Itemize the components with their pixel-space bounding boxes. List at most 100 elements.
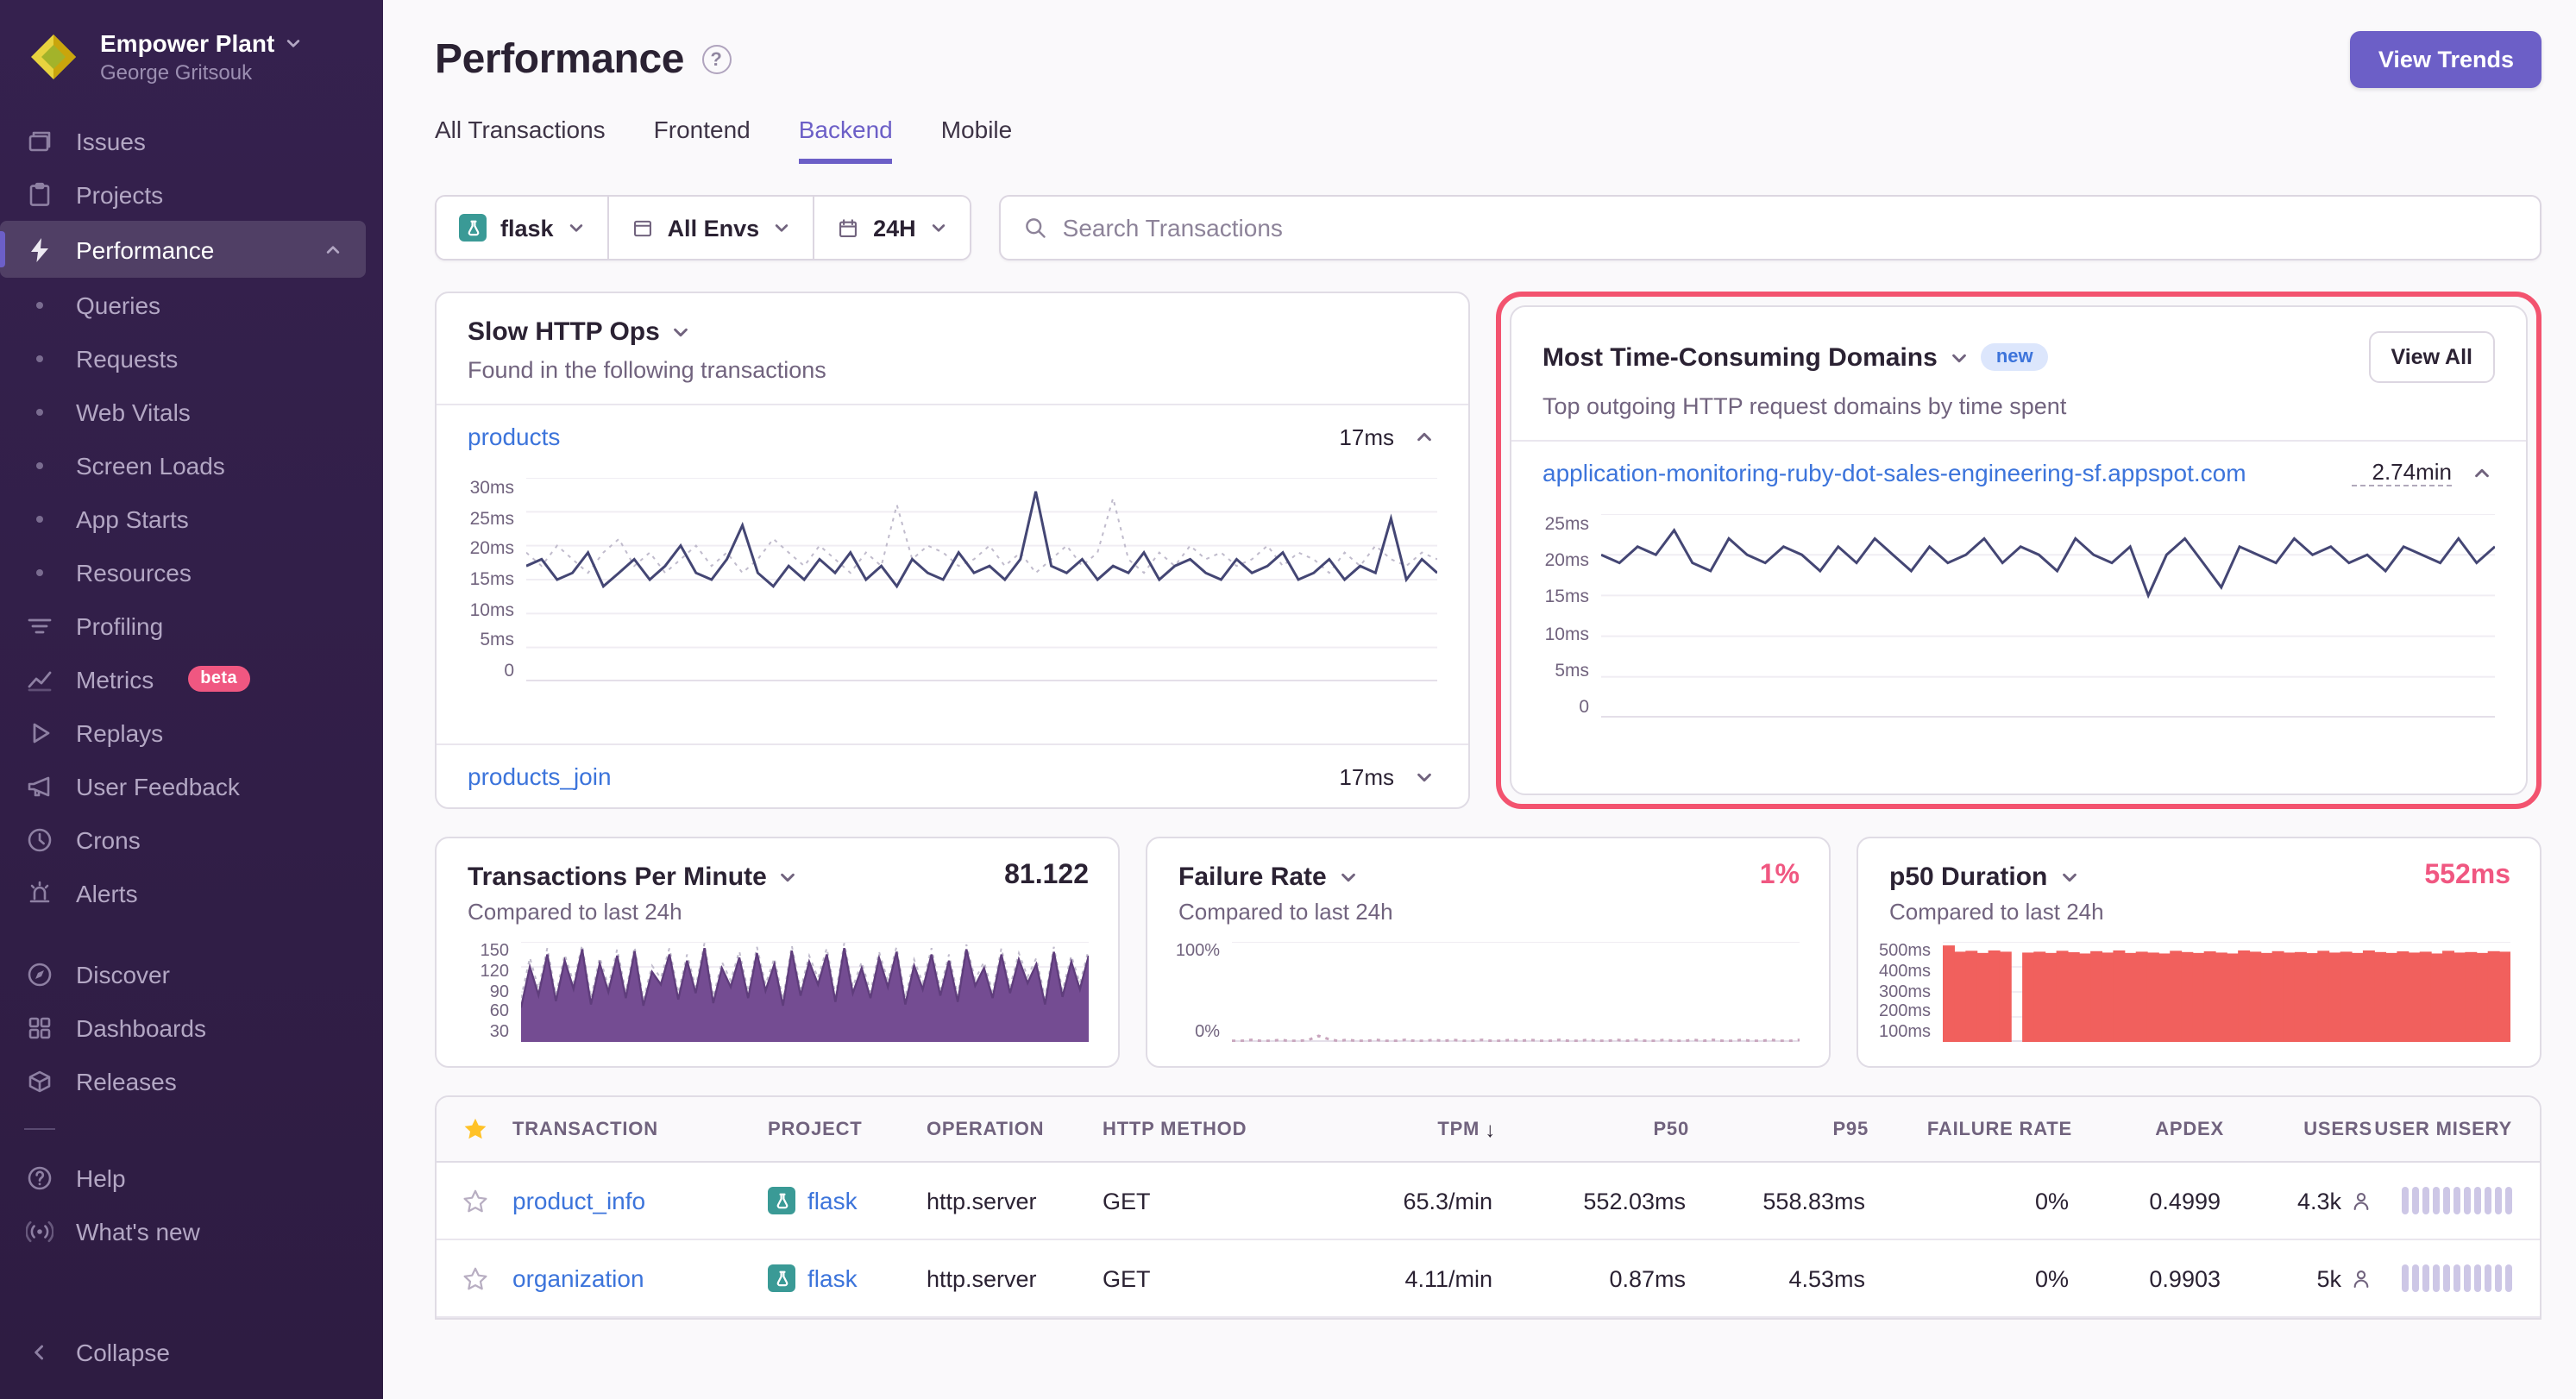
search-icon bbox=[1023, 216, 1047, 240]
transaction-link[interactable]: products bbox=[468, 423, 560, 450]
p95-cell: 4.53ms bbox=[1689, 1265, 1869, 1291]
view-trends-button[interactable]: View Trends bbox=[2351, 31, 2541, 88]
sidebar-item-replays[interactable]: Replays bbox=[0, 706, 383, 759]
filter-button-group: flask All Envs 24H bbox=[435, 195, 971, 260]
chevron-down-icon[interactable] bbox=[2059, 867, 2078, 886]
column-header-user-misery[interactable]: USER MISERY bbox=[2372, 1119, 2540, 1139]
package-icon bbox=[24, 1065, 55, 1096]
sidebar-item-metrics[interactable]: Metrics beta bbox=[0, 652, 383, 706]
column-header-project[interactable]: PROJECT bbox=[768, 1119, 927, 1139]
star-filled-icon[interactable] bbox=[462, 1116, 487, 1142]
widget-subtitle: Top outgoing HTTP request domains by tim… bbox=[1542, 393, 2495, 419]
sidebar-item-releases[interactable]: Releases bbox=[0, 1054, 383, 1107]
tab-all-transactions[interactable]: All Transactions bbox=[435, 116, 606, 164]
project-link[interactable]: flask bbox=[807, 1187, 858, 1214]
failure-rate-cell: 0% bbox=[1869, 1188, 2072, 1214]
view-all-button[interactable]: View All bbox=[2369, 331, 2496, 383]
sidebar-item-alerts[interactable]: Alerts bbox=[0, 866, 383, 919]
sidebar-item-requests[interactable]: Requests bbox=[0, 331, 383, 385]
column-header-transaction[interactable]: TRANSACTION bbox=[512, 1119, 768, 1139]
date-range-filter-label: 24H bbox=[873, 215, 916, 241]
operation-cell: http.server bbox=[927, 1265, 1103, 1291]
sidebar-item-dashboards[interactable]: Dashboards bbox=[0, 1001, 383, 1054]
p50-bar-chart bbox=[1943, 942, 2510, 1042]
org-avatar bbox=[24, 28, 83, 86]
user-misery-score bbox=[2372, 1187, 2540, 1214]
sidebar-item-issues[interactable]: Issues bbox=[0, 114, 383, 167]
column-header-tpm[interactable]: TPM ↓ bbox=[1292, 1117, 1496, 1141]
sidebar-item-crons[interactable]: Crons bbox=[0, 812, 383, 866]
chevron-down-icon[interactable] bbox=[1339, 867, 1358, 886]
sidebar-collapse-button[interactable]: Collapse bbox=[0, 1325, 383, 1378]
chevron-up-icon bbox=[2472, 463, 2491, 482]
sidebar-item-whats-new[interactable]: What's new bbox=[0, 1204, 383, 1258]
projects-icon bbox=[24, 179, 55, 210]
chevron-down-icon[interactable] bbox=[779, 867, 798, 886]
search-transactions-input[interactable] bbox=[1063, 214, 2517, 242]
empower-plant-logo bbox=[26, 29, 81, 85]
sidebar-item-profiling[interactable]: Profiling bbox=[0, 599, 383, 652]
collapse-row-button[interactable] bbox=[1411, 423, 1437, 449]
new-badge: new bbox=[1981, 343, 2049, 371]
sidebar-item-help[interactable]: Help bbox=[0, 1151, 383, 1204]
collapse-row-button[interactable] bbox=[2469, 460, 2495, 486]
duration-value[interactable]: 2.74min bbox=[2352, 459, 2453, 486]
sidebar-item-label: Discover bbox=[76, 960, 170, 988]
issues-icon bbox=[24, 125, 55, 156]
org-switcher[interactable]: Empower Plant George Gritsouk bbox=[0, 21, 383, 104]
help-tooltip-icon[interactable]: ? bbox=[701, 45, 731, 74]
sidebar-item-web-vitals[interactable]: Web Vitals bbox=[0, 385, 383, 438]
sidebar-item-discover[interactable]: Discover bbox=[0, 947, 383, 1001]
column-header-users[interactable]: USERS bbox=[2224, 1119, 2372, 1139]
sidebar-item-label: User Feedback bbox=[76, 772, 240, 800]
tab-backend[interactable]: Backend bbox=[799, 116, 893, 164]
star-toggle-button[interactable] bbox=[462, 1188, 487, 1214]
widget-header: Slow HTTP Ops Found in the following tra… bbox=[437, 293, 1468, 405]
transaction-link[interactable]: product_info bbox=[512, 1187, 768, 1214]
sidebar-nav: Issues Projects Performance Queries bbox=[0, 104, 383, 1378]
sidebar-item-user-feedback[interactable]: User Feedback bbox=[0, 759, 383, 812]
sidebar-item-app-starts[interactable]: App Starts bbox=[0, 492, 383, 545]
sidebar-item-resources[interactable]: Resources bbox=[0, 545, 383, 599]
slow-http-ops-widget: Slow HTTP Ops Found in the following tra… bbox=[435, 292, 1470, 809]
star-outline-icon bbox=[462, 1188, 487, 1214]
sidebar-item-label: Metrics bbox=[76, 665, 154, 693]
tpm-cell: 65.3/min bbox=[1292, 1188, 1496, 1214]
failure-rate-chart-block: 100% 0% bbox=[1163, 942, 1800, 1042]
column-header-failure-rate[interactable]: FAILURE RATE bbox=[1869, 1119, 2072, 1139]
environment-filter-button[interactable]: All Envs bbox=[609, 197, 815, 259]
column-header-p95[interactable]: P95 bbox=[1689, 1119, 1869, 1139]
sidebar-item-screen-loads[interactable]: Screen Loads bbox=[0, 438, 383, 492]
sidebar-item-label: Releases bbox=[76, 1067, 177, 1095]
column-header-operation[interactable]: OPERATION bbox=[927, 1119, 1103, 1139]
column-header-p50[interactable]: P50 bbox=[1496, 1119, 1689, 1139]
column-header-apdex[interactable]: APDEX bbox=[2072, 1119, 2224, 1139]
project-link[interactable]: flask bbox=[807, 1264, 858, 1292]
environment-filter-label: All Envs bbox=[668, 215, 760, 241]
expand-row-button[interactable] bbox=[1411, 763, 1437, 789]
calendar-icon bbox=[837, 216, 859, 239]
transaction-link[interactable]: organization bbox=[512, 1264, 768, 1292]
table-row: product_info flask http.server GET 65.3/… bbox=[437, 1163, 2540, 1240]
star-toggle-button[interactable] bbox=[462, 1265, 487, 1291]
chevron-up-icon[interactable] bbox=[324, 241, 342, 258]
transaction-accordion-row: products 17ms bbox=[437, 405, 1468, 467]
project-filter-button[interactable]: flask bbox=[437, 197, 609, 259]
sidebar-item-projects[interactable]: Projects bbox=[0, 167, 383, 221]
sidebar-item-queries[interactable]: Queries bbox=[0, 278, 383, 331]
time-consuming-domains-widget: Most Time-Consuming Domains new View All… bbox=[1510, 305, 2528, 795]
tab-frontend[interactable]: Frontend bbox=[654, 116, 751, 164]
grid-icon bbox=[24, 1012, 55, 1043]
date-range-filter-button[interactable]: 24H bbox=[814, 197, 970, 259]
filter-bar: flask All Envs 24H bbox=[435, 195, 2541, 260]
sidebar-item-performance[interactable]: Performance bbox=[0, 221, 366, 278]
domain-accordion-row: application-monitoring-ruby-dot-sales-en… bbox=[1511, 442, 2526, 504]
transaction-link[interactable]: products_join bbox=[468, 762, 612, 790]
domain-link[interactable]: application-monitoring-ruby-dot-sales-en… bbox=[1542, 459, 2246, 486]
operation-cell: http.server bbox=[927, 1188, 1103, 1214]
chevron-down-icon[interactable] bbox=[1950, 348, 1969, 367]
chevron-down-icon[interactable] bbox=[672, 323, 691, 342]
column-header-http-method[interactable]: HTTP METHOD bbox=[1103, 1119, 1292, 1139]
widgets-row: Slow HTTP Ops Found in the following tra… bbox=[435, 292, 2541, 809]
tab-mobile[interactable]: Mobile bbox=[941, 116, 1013, 164]
